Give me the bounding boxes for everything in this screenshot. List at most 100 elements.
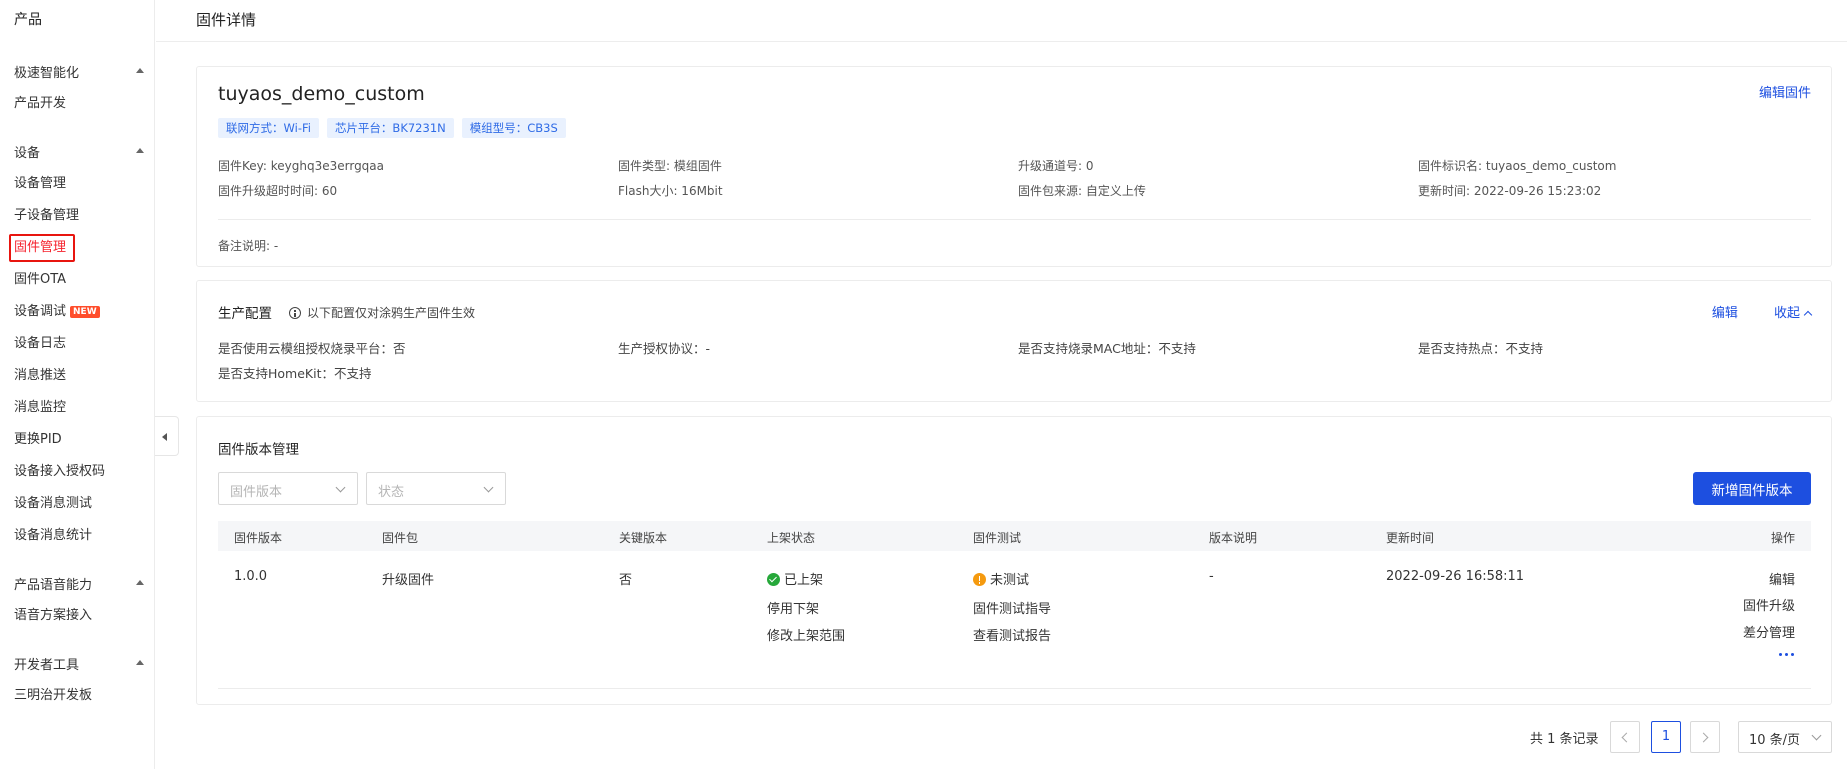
sidebar: 产品 极速智能化 产品开发 设备 设备管理 子设备管理 固件管理 固件OTA 设… <box>0 0 155 769</box>
sidebar-item-voice-solution[interactable]: 语音方案接入 <box>14 606 92 626</box>
sidebar-item-message-monitor[interactable]: 消息监控 <box>14 398 66 418</box>
caret-up-icon <box>136 580 144 585</box>
info-upgrade-channel: 升级通道号: 0 <box>1018 159 1094 173</box>
sidebar-item-firmware-ota[interactable]: 固件OTA <box>14 270 66 290</box>
caret-left-icon <box>162 433 167 441</box>
add-firmware-version-button[interactable]: 新增固件版本 <box>1693 472 1811 505</box>
production-config-card: 生产配置 以下配置仅对涂鸦生产固件生效 编辑 收起 是否使用云模组授权烧录平台：… <box>196 280 1832 402</box>
sidebar-item-label: 设备调试 <box>14 304 67 319</box>
version-management-title: 固件版本管理 <box>218 442 299 458</box>
page-number-current[interactable]: 1 <box>1651 721 1681 753</box>
filter-version-select[interactable]: 固件版本 <box>218 472 358 505</box>
prev-page-button[interactable] <box>1610 721 1640 753</box>
cell-notes: - <box>1209 569 1214 584</box>
sidebar-item-sandwich-board[interactable]: 三明治开发板 <box>14 686 92 706</box>
production-actions: 编辑 收起 <box>1696 302 1813 321</box>
next-page-button[interactable] <box>1690 721 1720 753</box>
status-text: 已上架 <box>784 573 824 588</box>
cell-updated: 2022-09-26 16:58:11 <box>1386 569 1525 584</box>
edit-firmware-link[interactable]: 编辑固件 <box>1759 82 1811 101</box>
collapse-production-link[interactable]: 收起 <box>1758 306 1813 321</box>
sidebar-item-message-test[interactable]: 设备消息测试 <box>14 494 92 514</box>
tag-chip: 芯片平台：BK7231N <box>326 118 454 138</box>
sidebar-item-message-push[interactable]: 消息推送 <box>14 366 66 386</box>
col-version: 固件版本 <box>234 531 283 545</box>
col-notes: 版本说明 <box>1209 531 1258 545</box>
firmware-tags: 联网方式：Wi-Fi 芯片平台：BK7231N 模组型号：CB3S <box>218 118 566 138</box>
select-placeholder: 固件版本 <box>230 485 283 500</box>
firmware-name: tuyaos_demo_custom <box>218 83 425 105</box>
sidebar-group-label: 极速智能化 <box>14 66 80 81</box>
firmware-upgrade-link[interactable]: 固件升级 <box>1743 595 1795 614</box>
info-homekit: 是否支持HomeKit：不支持 <box>218 366 372 381</box>
sidebar-item-device-debug[interactable]: 设备调试 NEW <box>14 302 100 322</box>
production-config-title: 生产配置 <box>218 306 272 322</box>
production-notice: 以下配置仅对涂鸦生产固件生效 <box>289 304 475 321</box>
divider <box>218 688 1811 689</box>
sidebar-group-fast-smart[interactable]: 极速智能化 <box>14 62 144 82</box>
sidebar-collapse-button[interactable] <box>155 416 179 456</box>
filter-status-select[interactable]: 状态 <box>366 472 506 505</box>
sidebar-item-auth-code[interactable]: 设备接入授权码 <box>14 462 105 482</box>
caret-up-icon <box>136 148 144 153</box>
page-size-select[interactable]: 10 条/页 <box>1738 721 1832 753</box>
info-firmware-key: 固件Key: keyghq3e3errgqaa <box>218 159 385 173</box>
cell-test-status: 未测试 <box>973 569 1029 588</box>
cell-key-version: 否 <box>619 573 633 588</box>
test-status-text: 未测试 <box>990 573 1030 588</box>
collapse-label: 收起 <box>1773 306 1800 321</box>
caret-up-icon <box>136 68 144 73</box>
sidebar-group-voice[interactable]: 产品语音能力 <box>14 574 144 594</box>
firmware-info-card: tuyaos_demo_custom 编辑固件 联网方式：Wi-Fi 芯片平台：… <box>196 66 1832 267</box>
info-cloud-auth: 是否使用云模组授权烧录平台：否 <box>218 341 406 356</box>
firmware-remark: 备注说明: - <box>218 239 279 253</box>
cell-version: 1.0.0 <box>234 569 268 584</box>
sidebar-group-label: 产品语音能力 <box>14 578 93 593</box>
cell-status: 已上架 <box>767 569 823 588</box>
chevron-left-icon <box>1621 732 1632 743</box>
chevron-down-icon <box>335 482 346 493</box>
info-hotspot: 是否支持热点：不支持 <box>1418 341 1544 356</box>
info-firmware-identifier: 固件标识名: tuyaos_demo_custom <box>1418 159 1617 173</box>
info-upgrade-timeout: 固件升级超时时间: 60 <box>218 184 338 198</box>
sidebar-group-dev-tools[interactable]: 开发者工具 <box>14 654 144 674</box>
tag-module: 模组型号：CB3S <box>461 118 566 138</box>
col-actions: 操作 <box>1770 531 1795 545</box>
sidebar-item-change-pid[interactable]: 更换PID <box>14 430 62 450</box>
edit-production-link[interactable]: 编辑 <box>1712 306 1738 321</box>
sidebar-item-product-dev[interactable]: 产品开发 <box>14 94 66 114</box>
table-header: 固件版本 固件包 关键版本 上架状态 固件测试 版本说明 更新时间 操作 <box>218 521 1811 551</box>
sidebar-group-label: 开发者工具 <box>14 658 80 673</box>
sidebar-item-device-mgmt[interactable]: 设备管理 <box>14 174 66 194</box>
info-icon <box>289 307 301 319</box>
unpublish-link[interactable]: 停用下架 <box>767 598 819 617</box>
test-guide-link[interactable]: 固件测试指导 <box>973 598 1051 617</box>
sidebar-group-label: 设备 <box>14 146 41 161</box>
sidebar-item-message-stats[interactable]: 设备消息统计 <box>14 526 92 546</box>
edit-version-link[interactable]: 编辑 <box>1769 569 1795 588</box>
chevron-down-icon <box>483 482 494 493</box>
version-management-card: 固件版本管理 固件版本 状态 新增固件版本 固件版本 固件包 关键版本 上架状态… <box>196 416 1832 705</box>
col-key-version: 关键版本 <box>619 531 668 545</box>
modify-publish-scope-link[interactable]: 修改上架范围 <box>767 625 845 644</box>
sidebar-group-device[interactable]: 设备 <box>14 142 144 162</box>
caret-up-icon <box>136 660 144 665</box>
sidebar-item-subdevice-mgmt[interactable]: 子设备管理 <box>14 206 79 226</box>
info-update-time: 更新时间: 2022-09-26 15:23:02 <box>1418 184 1602 198</box>
page-size-value: 10 条/页 <box>1749 733 1801 748</box>
check-circle-icon <box>767 573 780 586</box>
chevron-down-icon <box>1811 730 1822 741</box>
col-updated: 更新时间 <box>1386 531 1435 545</box>
sidebar-brand: 产品 <box>14 12 42 28</box>
col-status: 上架状态 <box>767 531 816 545</box>
info-mac-burn: 是否支持烧录MAC地址：不支持 <box>1018 341 1196 356</box>
col-package: 固件包 <box>382 531 419 545</box>
diff-management-link[interactable]: 差分管理 <box>1743 622 1795 641</box>
chevron-right-icon <box>1698 732 1709 743</box>
select-placeholder: 状态 <box>378 485 405 500</box>
page-title: 固件详情 <box>196 11 257 29</box>
more-actions-icon[interactable] <box>1776 653 1794 656</box>
col-test: 固件测试 <box>973 531 1022 545</box>
sidebar-item-device-log[interactable]: 设备日志 <box>14 334 66 354</box>
sidebar-item-firmware-mgmt[interactable]: 固件管理 <box>14 238 66 258</box>
